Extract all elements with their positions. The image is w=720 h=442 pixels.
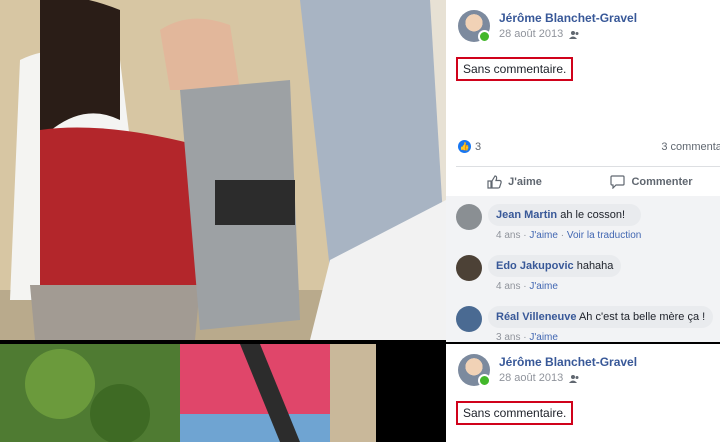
comments-list: Jean Martin ah le cosson! 4 ans · J'aime… (446, 196, 720, 342)
comment-bubble: Réal Villeneuve Ah c'est ta belle mère ç… (488, 306, 714, 328)
facebook-post-panel-copy: Jérôme Blanchet-Gravel 28 août 2013 Sans… (446, 344, 720, 442)
commenter-avatar[interactable] (456, 306, 482, 332)
post-date[interactable]: 28 août 2013 (499, 26, 563, 42)
post-date[interactable]: 28 août 2013 (499, 370, 563, 386)
garden-scene-image (0, 344, 376, 442)
author-name[interactable]: Jérôme Blanchet-Gravel (499, 10, 637, 26)
comment-like-link[interactable]: J'aime (529, 332, 558, 342)
comment-bubble: Edo Jakupovic hahaha (488, 255, 622, 277)
post-photo-top (0, 0, 446, 340)
thumbs-up-icon (487, 175, 502, 189)
commenter-avatar[interactable] (456, 204, 482, 230)
comment-age[interactable]: 3 ans (496, 332, 520, 342)
comments-count[interactable]: 3 commentair (661, 141, 720, 153)
comment-like-link[interactable]: J'aime (529, 230, 558, 241)
friends-icon (569, 30, 579, 39)
post-meta: 28 août 2013 (499, 26, 637, 42)
comment-item: Réal Villeneuve Ah c'est ta belle mère ç… (456, 306, 714, 342)
comment-text: hahaha (576, 260, 614, 272)
like-reaction-icon: 👍 (458, 140, 471, 153)
comment-label: Commenter (631, 176, 693, 188)
comment-button[interactable]: Commenter (583, 168, 720, 196)
divider (456, 166, 720, 167)
post-text: Sans commentaire. (456, 57, 574, 81)
commenter-name[interactable]: Réal Villeneuve (496, 311, 577, 323)
like-label: J'aime (508, 176, 542, 188)
comment-item: Edo Jakupovic hahaha 4 ans · J'aime (456, 255, 622, 292)
comment-meta: 3 ans · J'aime (496, 332, 558, 342)
comment-age[interactable]: 4 ans (496, 281, 520, 292)
comment-meta: 4 ans · J'aime · Voir la traduction (496, 230, 642, 241)
author-avatar[interactable] (458, 354, 491, 387)
post-text: Sans commentaire. (456, 401, 574, 425)
post-meta: 28 août 2013 (499, 370, 637, 386)
author-avatar[interactable] (458, 10, 491, 43)
comment-like-link[interactable]: J'aime (529, 281, 558, 292)
comment-age[interactable]: 4 ans (496, 230, 520, 241)
street-scene-image (0, 0, 446, 340)
commenter-name[interactable]: Jean Martin (496, 209, 557, 221)
friends-icon (569, 374, 579, 383)
post-photo-bottom (0, 344, 376, 442)
facebook-post-panel: Jérôme Blanchet-Gravel 28 août 2013 Sans… (446, 0, 720, 342)
commenter-name[interactable]: Edo Jakupovic (496, 260, 574, 272)
comment-text: Ah c'est ta belle mère ça ! (578, 311, 706, 323)
comment-icon (610, 175, 626, 189)
reactions-summary[interactable]: 👍 3 (458, 140, 481, 153)
post-header: Jérôme Blanchet-Gravel 28 août 2013 (458, 10, 637, 50)
online-status-icon (478, 30, 491, 43)
post-actions: J'aime Commenter (446, 168, 720, 196)
comment-item: Jean Martin ah le cosson! 4 ans · J'aime… (456, 204, 642, 241)
commenter-avatar[interactable] (456, 255, 482, 281)
reactions-count: 3 (475, 140, 482, 153)
author-name[interactable]: Jérôme Blanchet-Gravel (499, 354, 637, 370)
online-status-icon (478, 374, 491, 387)
comment-meta: 4 ans · J'aime (496, 281, 558, 292)
comment-text: ah le cosson! (560, 209, 626, 221)
comment-bubble: Jean Martin ah le cosson! (488, 204, 642, 226)
post-header: Jérôme Blanchet-Gravel 28 août 2013 (458, 354, 637, 394)
like-button[interactable]: J'aime (446, 168, 583, 196)
see-translation-link[interactable]: Voir la traduction (567, 230, 642, 241)
